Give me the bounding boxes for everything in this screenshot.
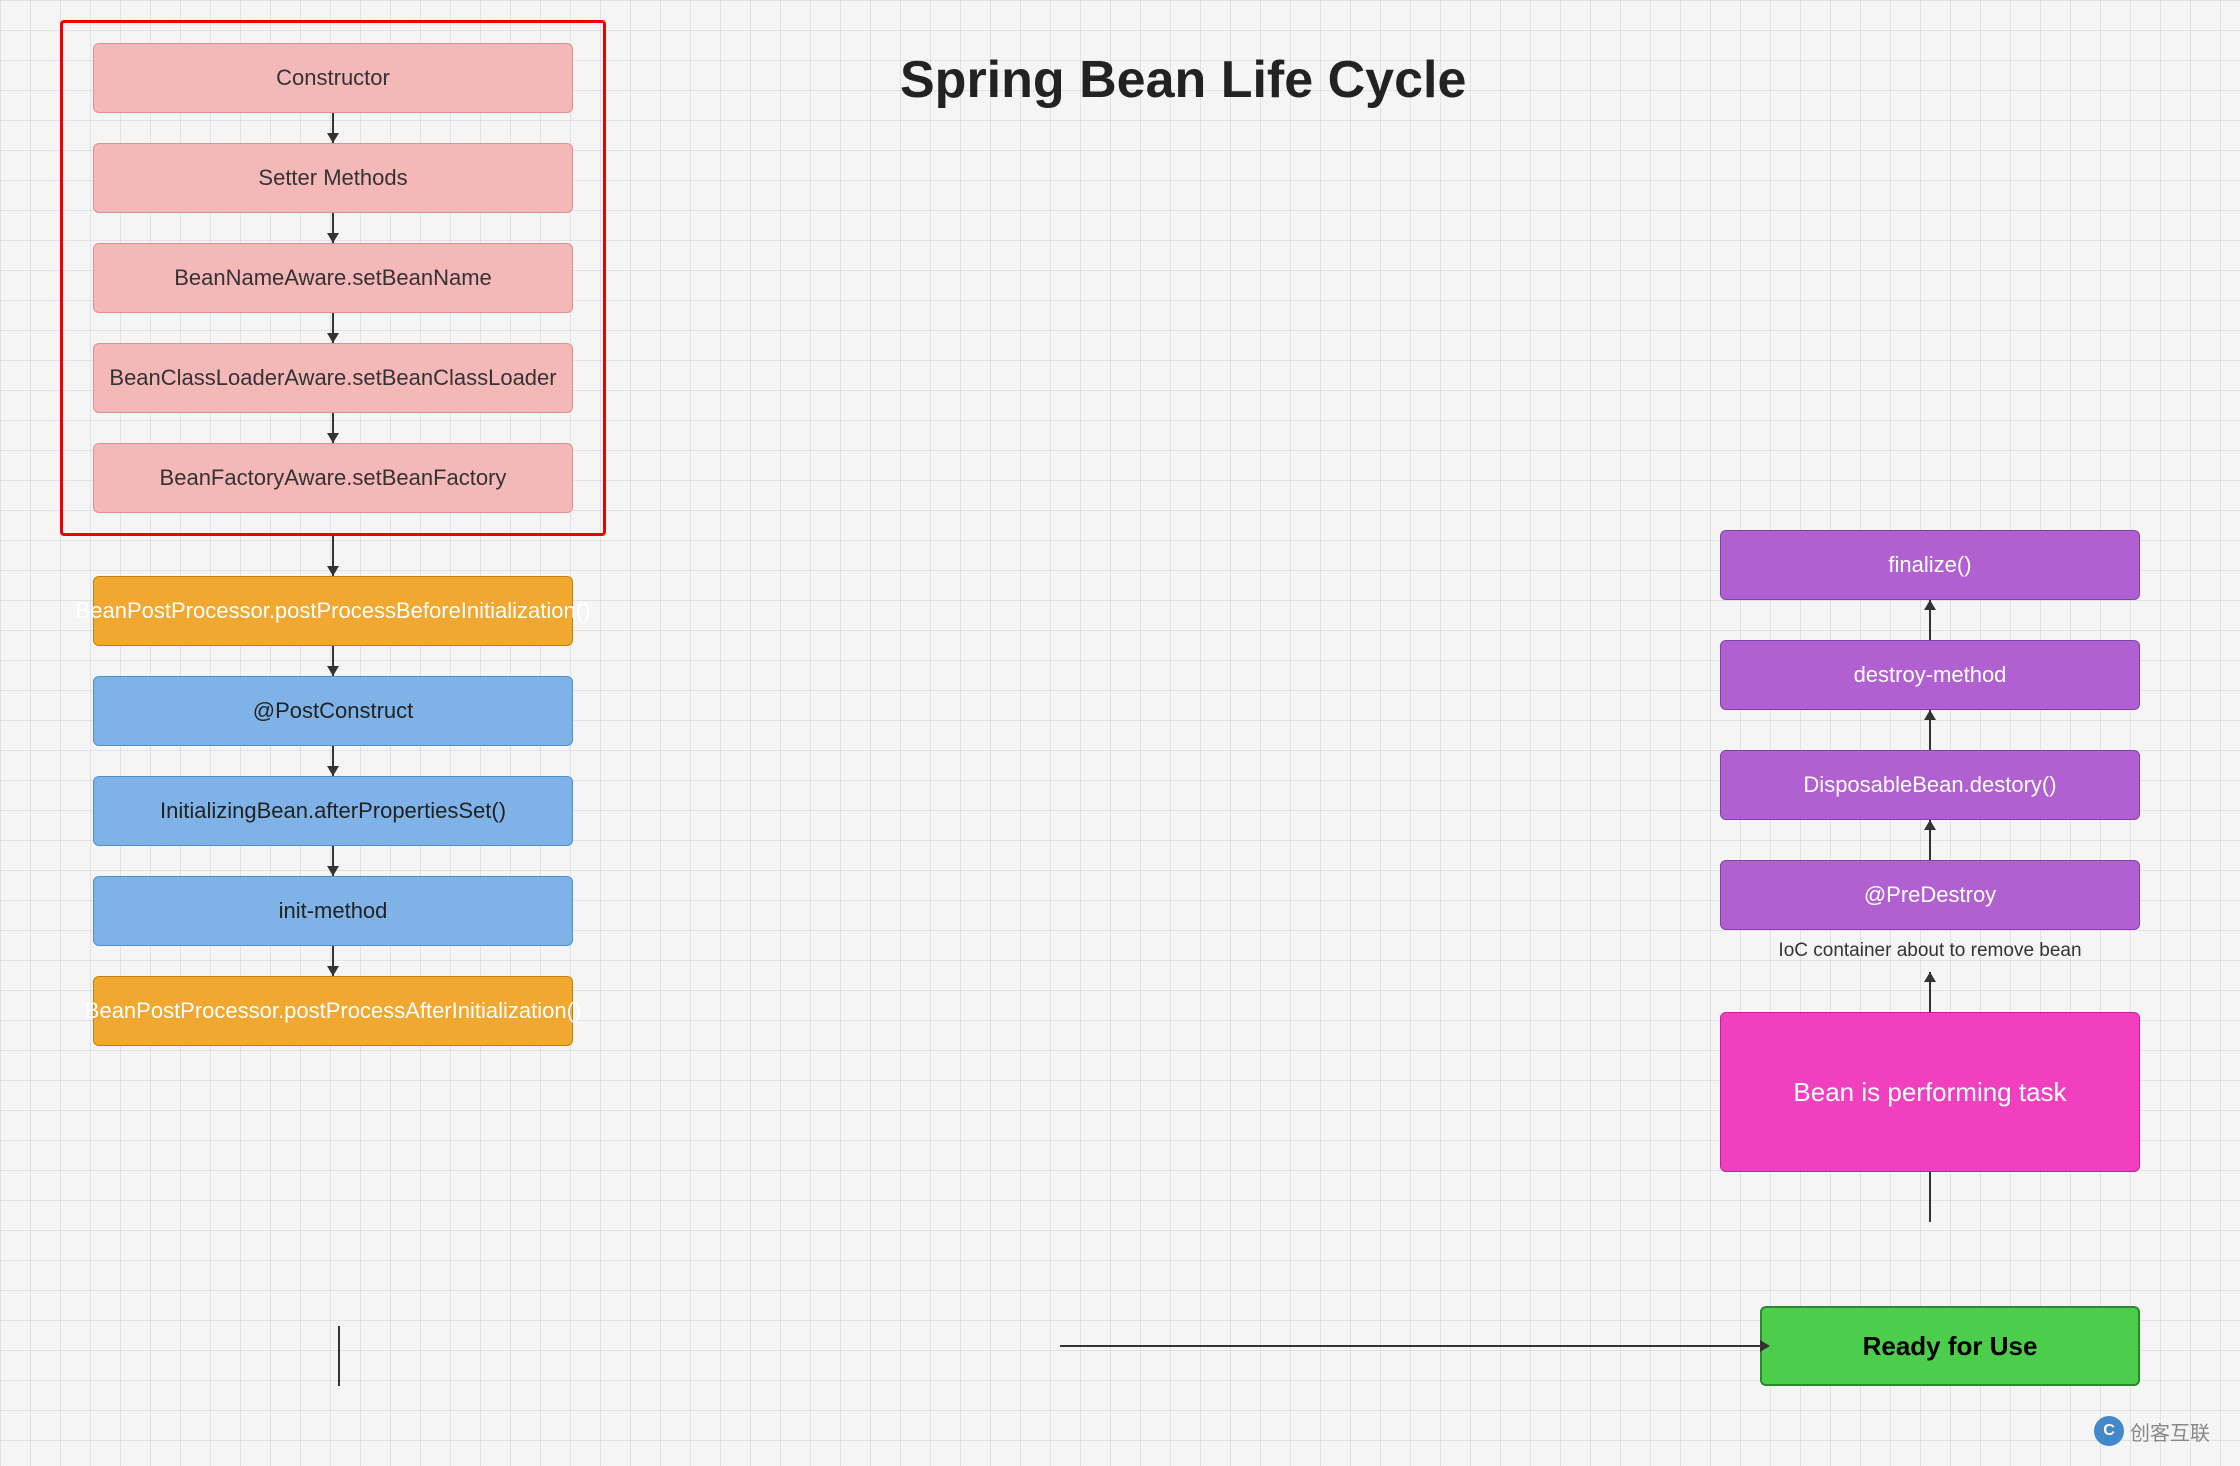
init-method-box: init-method — [93, 876, 573, 946]
arrow-5 — [332, 536, 334, 576]
arrow-r1 — [1929, 600, 1931, 640]
page-title: Spring Bean Life Cycle — [900, 50, 1466, 110]
arrow-head-right — [1760, 1340, 1770, 1352]
ioc-label: IoC container about to remove bean — [1778, 940, 2081, 962]
bean-factory-aware-box: BeanFactoryAware.setBeanFactory — [93, 443, 573, 513]
post-construct-box: @PostConstruct — [93, 676, 573, 746]
horizontal-arrow-line — [1060, 1345, 1760, 1347]
right-flowchart: finalize() destroy-method DisposableBean… — [1720, 530, 2140, 1222]
arrow-r3 — [1929, 820, 1931, 860]
constructor-box: Constructor — [93, 43, 573, 113]
bean-name-aware-box: BeanNameAware.setBeanName — [93, 243, 573, 313]
arrow-r4 — [1929, 972, 1931, 1012]
arrow-8 — [332, 846, 334, 876]
ready-for-use-box: Ready for Use — [1760, 1306, 2140, 1386]
arrow-4 — [332, 413, 334, 443]
initializing-bean-box: InitializingBean.afterPropertiesSet() — [93, 776, 573, 846]
bean-performing-task-box: Bean is performing task — [1720, 1012, 2140, 1172]
red-border-section: Constructor Setter Methods BeanNameAware… — [60, 20, 606, 536]
watermark-text: 创客互联 — [2130, 1417, 2210, 1446]
setter-methods-box: Setter Methods — [93, 143, 573, 213]
ready-for-use-area: Ready for Use — [1060, 1306, 2140, 1386]
vert-connect-bottom — [338, 1326, 340, 1386]
post-process-before-box: BeanPostProcessor.postProcessBeforeIniti… — [93, 576, 573, 646]
disposable-bean-box: DisposableBean.destory() — [1720, 750, 2140, 820]
destroy-method-box: destroy-method — [1720, 640, 2140, 710]
bean-classloader-aware-box: BeanClassLoaderAware.setBeanClassLoader — [93, 343, 573, 413]
arrow-r2 — [1929, 710, 1931, 750]
left-flowchart: Constructor Setter Methods BeanNameAware… — [60, 20, 606, 1046]
post-process-after-box: BeanPostProcessor.postProcessAfterInitia… — [93, 976, 573, 1046]
pre-destroy-box: @PreDestroy — [1720, 860, 2140, 930]
arrow-1 — [332, 113, 334, 143]
watermark-icon: C — [2094, 1416, 2124, 1446]
finalize-box: finalize() — [1720, 530, 2140, 600]
arrow-9 — [332, 946, 334, 976]
watermark: C 创客互联 — [2094, 1416, 2210, 1446]
arrow-2 — [332, 213, 334, 243]
arrow-7 — [332, 746, 334, 776]
arrow-6 — [332, 646, 334, 676]
arrow-3 — [332, 313, 334, 343]
arrow-r5 — [1929, 1172, 1931, 1222]
